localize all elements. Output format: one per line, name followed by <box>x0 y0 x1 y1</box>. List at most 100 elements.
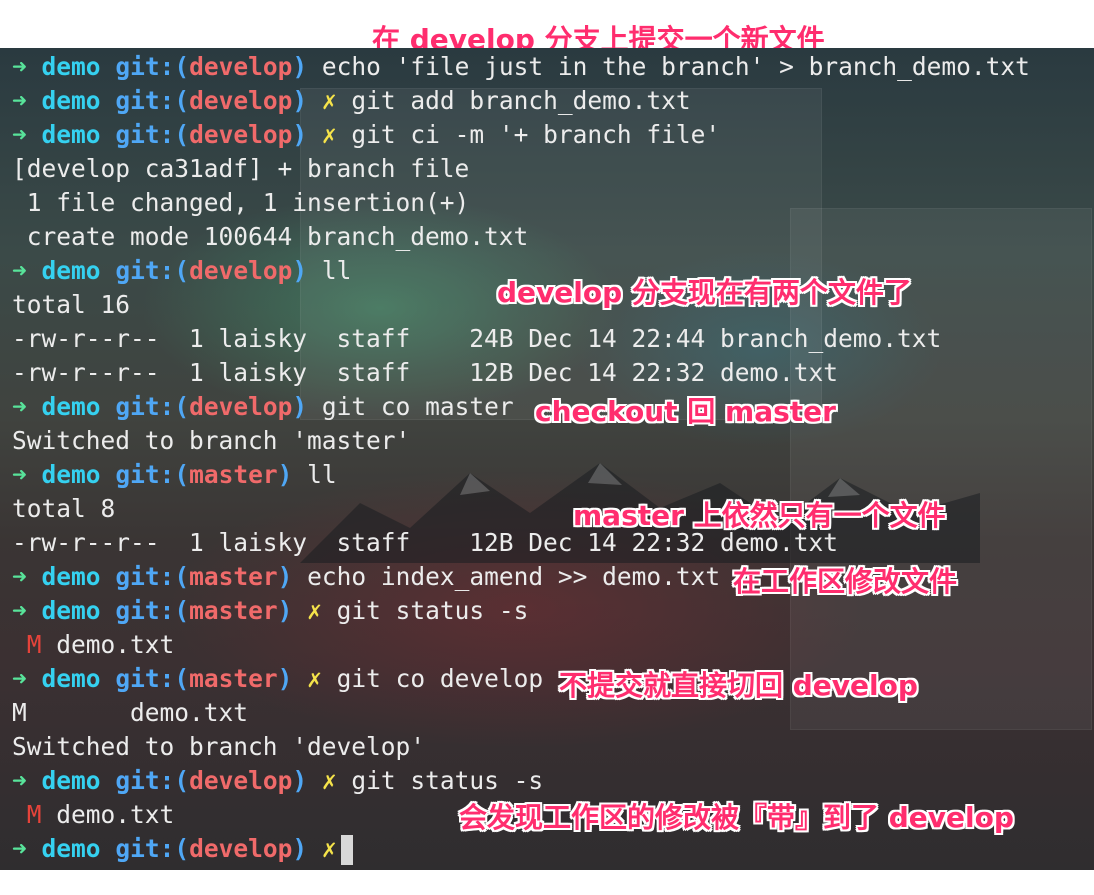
output-line: M demo.txt <box>12 698 249 727</box>
prompt-git-label: git: <box>115 596 175 625</box>
prompt-paren: ) <box>277 562 293 591</box>
prompt-paren: ( <box>174 120 190 149</box>
prompt-branch: develop <box>189 86 293 115</box>
prompt-directory: demo <box>41 562 101 591</box>
prompt-arrow-icon: ➜ <box>12 52 27 81</box>
output-line: -rw-r--r-- 1 laisky staff 24B Dec 14 22:… <box>12 324 942 353</box>
output-line: 1 file changed, 1 insertion(+) <box>12 188 470 217</box>
prompt-arrow-icon: ➜ <box>12 562 27 591</box>
prompt-directory: demo <box>41 834 101 863</box>
prompt-branch: master <box>189 562 278 591</box>
prompt-branch: master <box>189 460 278 489</box>
prompt-directory: demo <box>41 120 101 149</box>
terminal-window[interactable]: ➜ demo git:(develop) echo 'file just in … <box>0 48 1094 870</box>
prompt-paren: ( <box>174 392 190 421</box>
prompt-git-label: git: <box>115 834 175 863</box>
prompt-paren: ( <box>174 834 190 863</box>
prompt-directory: demo <box>41 256 101 285</box>
dirty-mark-icon: ✗ <box>321 766 337 795</box>
prompt-directory: demo <box>41 664 101 693</box>
prompt-arrow-icon: ➜ <box>12 460 27 489</box>
prompt-paren: ( <box>174 596 190 625</box>
command-text: echo index_amend >> demo.txt <box>307 562 721 591</box>
annotation-note: 在工作区修改文件 <box>733 565 958 598</box>
prompt-paren: ) <box>292 256 308 285</box>
prompt-git-label: git: <box>115 86 175 115</box>
prompt-arrow-icon: ➜ <box>12 392 27 421</box>
prompt-git-label: git: <box>115 256 175 285</box>
output-line: total 8 <box>12 494 116 523</box>
prompt-branch: master <box>189 596 278 625</box>
prompt-paren: ) <box>277 664 293 693</box>
command-text: ll <box>321 256 352 285</box>
command-text: git status -s <box>336 596 529 625</box>
prompt-branch: develop <box>189 766 293 795</box>
prompt-paren: ( <box>174 766 190 795</box>
prompt-git-label: git: <box>115 52 175 81</box>
command-text: git add branch_demo.txt <box>351 86 691 115</box>
prompt-line: ➜ demo git:(develop) ✗ git ci -m '+ bran… <box>12 118 720 152</box>
annotation-note: 会发现工作区的修改被『带』到了 develop <box>459 801 1014 834</box>
prompt-line: ➜ demo git:(master) ✗ git status -s <box>12 594 528 628</box>
prompt-branch: develop <box>189 52 293 81</box>
output-line: Switched to branch 'develop' <box>12 732 426 761</box>
prompt-paren: ( <box>174 664 190 693</box>
prompt-line: ➜ demo git:(develop) ✗ git status -s <box>12 764 543 798</box>
output-line: Switched to branch 'master' <box>12 426 411 455</box>
prompt-paren: ( <box>174 562 190 591</box>
prompt-paren: ( <box>174 460 190 489</box>
prompt-paren: ( <box>174 86 190 115</box>
dirty-mark-icon: ✗ <box>307 664 322 693</box>
prompt-git-label: git: <box>115 460 175 489</box>
prompt-arrow-icon: ➜ <box>12 86 27 115</box>
output-line: create mode 100644 branch_demo.txt <box>12 222 529 251</box>
dirty-mark-icon: ✗ <box>321 120 337 149</box>
annotation-note: checkout 回 master <box>535 395 836 428</box>
prompt-paren: ( <box>174 256 190 285</box>
prompt-arrow-icon: ➜ <box>12 256 27 285</box>
status-modified-flag: M <box>26 800 42 829</box>
status-file-name: demo.txt <box>56 630 175 659</box>
prompt-paren: ) <box>292 392 308 421</box>
prompt-git-label: git: <box>115 392 175 421</box>
prompt-paren: ) <box>277 460 293 489</box>
prompt-paren: ( <box>174 52 190 81</box>
prompt-git-label: git: <box>115 664 175 693</box>
prompt-paren: ) <box>292 52 308 81</box>
status-modified-flag: M <box>26 630 42 659</box>
output-line: -rw-r--r-- 1 laisky staff 12B Dec 14 22:… <box>12 358 839 387</box>
prompt-directory: demo <box>41 596 101 625</box>
command-text: git co develop <box>336 664 544 693</box>
command-text: echo 'file just in the branch' > branch_… <box>321 52 1030 81</box>
prompt-branch: develop <box>189 256 293 285</box>
prompt-branch: master <box>189 664 278 693</box>
prompt-line: ➜ demo git:(master) ll <box>12 458 337 492</box>
prompt-paren: ) <box>292 766 308 795</box>
prompt-line: ➜ demo git:(develop) echo 'file just in … <box>12 50 1030 84</box>
prompt-line: ➜ demo git:(develop) ✗ git add branch_de… <box>12 84 691 118</box>
prompt-arrow-icon: ➜ <box>12 834 27 863</box>
prompt-directory: demo <box>41 766 101 795</box>
annotation-note: 不提交就直接切回 develop <box>559 669 918 702</box>
prompt-line: ➜ demo git:(master) echo index_amend >> … <box>12 560 720 594</box>
prompt-paren: ) <box>292 86 308 115</box>
prompt-directory: demo <box>41 86 101 115</box>
command-text: git co master <box>321 392 514 421</box>
prompt-branch: develop <box>189 392 293 421</box>
prompt-directory: demo <box>41 460 101 489</box>
prompt-paren: ) <box>292 120 308 149</box>
prompt-branch: develop <box>189 834 293 863</box>
prompt-directory: demo <box>41 52 101 81</box>
prompt-arrow-icon: ➜ <box>12 596 27 625</box>
prompt-git-label: git: <box>115 766 175 795</box>
dirty-mark-icon: ✗ <box>307 596 322 625</box>
status-file-name: demo.txt <box>56 800 175 829</box>
status-line: M demo.txt <box>12 798 175 832</box>
command-text: ll <box>307 460 337 489</box>
prompt-git-label: git: <box>115 562 175 591</box>
prompt-arrow-icon: ➜ <box>12 120 27 149</box>
prompt-branch: develop <box>189 120 293 149</box>
prompt-line: ➜ demo git:(develop) ll <box>12 254 351 288</box>
dirty-mark-icon: ✗ <box>321 834 337 863</box>
annotation-note: develop 分支现在有两个文件了 <box>497 276 912 309</box>
